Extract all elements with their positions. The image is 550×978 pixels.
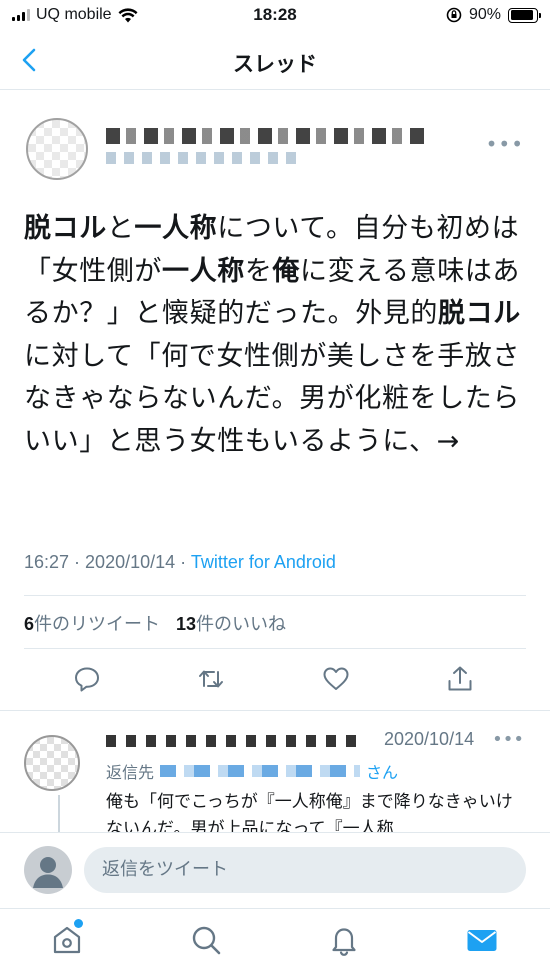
retweet-label: 件のリツイート xyxy=(34,614,161,635)
reply-to-line: 返信先 さん xyxy=(106,759,398,783)
retweet-count-link[interactable]: 6件のリツイート xyxy=(24,610,160,636)
like-count-link[interactable]: 13件のいいね xyxy=(176,610,286,636)
reply-to-suffix: さん xyxy=(366,763,399,782)
tweet-text: 脱コルと一人称について。自分も初めは「女性側が一人称を俺に変える意味はあるか？」… xyxy=(24,208,524,463)
tweet-text-segment: を xyxy=(244,255,273,287)
reply-input[interactable]: 返信をツイート xyxy=(84,847,526,893)
reply-text: 俺も「何でこっちが『一人称俺』まで降りなきゃいけないんだ。男が上品になって『一人… xyxy=(106,792,513,832)
status-bar: UQ mobile 18:28 90% xyxy=(0,0,550,32)
reply-composer: 返信をツイート xyxy=(0,832,550,908)
orientation-lock-icon xyxy=(446,7,462,23)
tweet-stats: 6件のリツイート 13件のいいね xyxy=(24,610,286,636)
tweet-actions xyxy=(0,664,550,700)
reply-date: 2020/10/14 xyxy=(384,729,475,749)
like-count: 13 xyxy=(176,614,197,634)
share-icon[interactable] xyxy=(445,664,475,694)
retweet-count: 6 xyxy=(24,614,35,634)
tweet-text-segment: と xyxy=(106,213,135,244)
reply-tweet[interactable]: 2020/10/14 ••• 返信先 さん 俺も「何でこっちが『一人称俺』まで降… xyxy=(0,710,550,832)
more-options-icon[interactable]: ••• xyxy=(492,729,524,750)
tweet-source-link[interactable]: Twitter for Android xyxy=(191,552,336,572)
tweet-text-emphasis: 脱コル xyxy=(24,213,107,244)
author-handle-redacted xyxy=(106,152,296,164)
battery-percent: 90% xyxy=(468,6,501,23)
author-name-redacted[interactable] xyxy=(106,128,426,144)
status-right: 90% xyxy=(446,6,541,24)
more-options-icon[interactable]: ••• xyxy=(486,132,524,156)
tweet-date: 2020/10/14 xyxy=(85,552,176,572)
battery-icon xyxy=(508,7,541,23)
tweet-text-emphasis: 俺 xyxy=(272,255,301,287)
notifications-icon[interactable] xyxy=(327,923,361,957)
meta-separator: · xyxy=(69,552,86,572)
reply-to-handle-redacted[interactable] xyxy=(160,765,361,777)
navigation-bar: スレッド xyxy=(0,32,550,90)
avatar[interactable] xyxy=(24,735,80,791)
reply-author-redacted[interactable] xyxy=(106,735,356,747)
meta-separator: · xyxy=(175,552,191,572)
reply-icon[interactable] xyxy=(72,664,102,694)
user-avatar-icon xyxy=(24,846,72,894)
battery-level xyxy=(510,10,533,20)
divider xyxy=(24,648,526,649)
tweet-text-emphasis: 一人称 xyxy=(134,213,218,244)
divider xyxy=(24,595,526,596)
notification-dot xyxy=(74,919,83,928)
reply-to-prefix: 返信先 xyxy=(106,763,155,782)
avatar[interactable] xyxy=(26,118,88,180)
page-title: スレッド xyxy=(233,52,317,76)
tweet-text-segment: に対して「何で女性側が美しさを手放さなきゃならないんだ。男が化粧をしたらいい」と… xyxy=(24,340,520,457)
messages-icon[interactable] xyxy=(465,923,499,957)
like-label: 件のいいね xyxy=(196,614,287,635)
tweet-timestamp: 16:27 · 2020/10/14 · Twitter for Android xyxy=(24,552,336,573)
home-icon[interactable] xyxy=(50,923,84,957)
search-icon[interactable] xyxy=(189,923,223,957)
like-icon[interactable] xyxy=(321,664,351,694)
retweet-icon[interactable] xyxy=(196,664,226,694)
thread-line xyxy=(58,795,60,832)
tab-bar xyxy=(0,908,550,978)
tweet-text-emphasis: 脱コル xyxy=(438,298,521,329)
tweet-text-emphasis: 一人称 xyxy=(162,255,245,287)
tweet-time: 16:27 xyxy=(24,552,70,572)
